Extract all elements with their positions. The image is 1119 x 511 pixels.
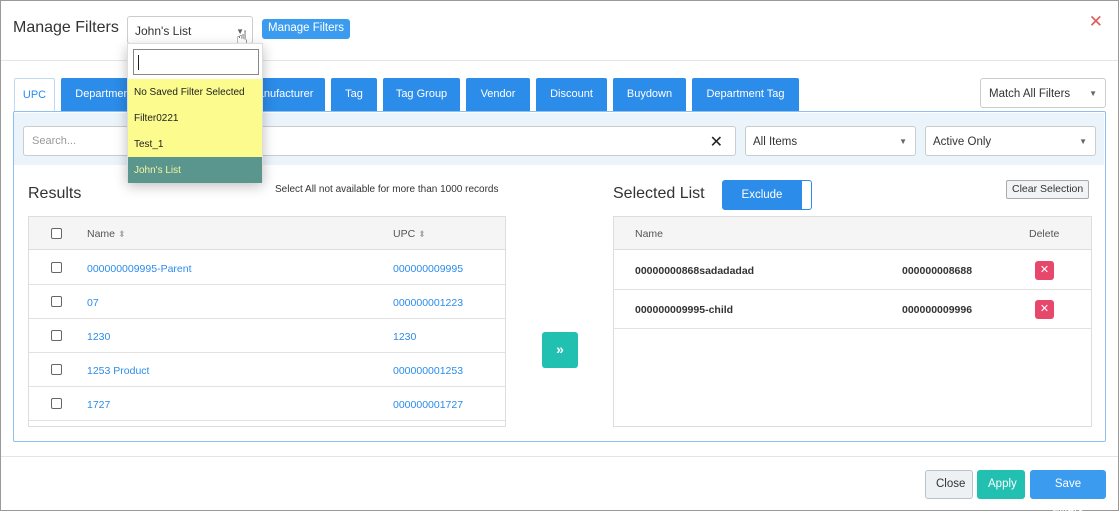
table-row: 00000000868sadadadad 000000008688 ✕ [614,251,1091,290]
tab-discount[interactable]: Discount [536,78,607,111]
delete-icon[interactable]: ✕ [1035,300,1054,319]
results-table-header: Name ⬍ UPC ⬍ [29,217,505,250]
select-all-note: Select All not available for more than 1… [275,184,499,195]
row-name-link[interactable]: 07 [87,297,99,309]
select-all-checkbox[interactable] [51,228,62,239]
name-column-header: Name [635,228,664,240]
footer-divider [1,456,1118,457]
table-row: 1230 1230 [29,319,505,353]
delete-column-header: Delete [1029,228,1060,240]
move-to-selected-button[interactable]: » [542,332,578,368]
clear-selection-button[interactable]: Clear Selection [1006,180,1090,199]
items-select[interactable]: All Items ▼ [745,126,916,156]
row-checkbox[interactable] [51,398,62,409]
dropdown-option[interactable]: Test_1 [128,131,262,157]
tab-upc[interactable]: UPC [14,78,55,111]
status-select[interactable]: Active Only ▼ [925,126,1096,156]
chevron-down-icon: ▼ [899,137,907,146]
apply-button[interactable]: Apply [977,470,1025,499]
saved-filter-select[interactable]: John's List ▼ [127,16,253,44]
selected-item-name: 00000000868sadadadad [635,265,755,277]
match-filters-select[interactable]: Match All Filters ▼ [980,78,1106,108]
tab-tag[interactable]: Tag [331,78,377,111]
row-checkbox[interactable] [51,330,62,341]
dropdown-option-selected[interactable]: John's List [128,157,262,183]
saved-filter-dropdown: No Saved Filter Selected Filter0221 Test… [127,43,263,183]
selected-table-header: Name Delete [614,217,1091,250]
double-chevron-right-icon: » [556,341,564,357]
close-button[interactable]: Close [925,470,973,499]
selected-list-heading: Selected List [613,185,705,202]
toggle-knob [801,181,811,209]
save-filters-button[interactable]: Save Filters [1030,470,1106,511]
selected-item-name: 000000009995-child [635,304,734,316]
chevron-down-icon: ▼ [1089,89,1097,98]
tab-vendor[interactable]: Vendor [466,78,530,111]
row-name-link[interactable]: 000000009995-Parent [87,263,192,275]
sort-icon: ⬍ [118,229,126,239]
row-checkbox[interactable] [51,262,62,273]
saved-filter-value: John's List [135,24,192,38]
dropdown-option[interactable]: No Saved Filter Selected [128,79,262,105]
dropdown-option[interactable]: Filter0221 [128,105,262,131]
results-heading: Results [28,185,82,202]
modal-title: Manage Filters [13,19,119,36]
row-checkbox[interactable] [51,296,62,307]
tab-department-tag[interactable]: Department Tag [692,78,799,111]
table-row: 000000009995-Parent 000000009995 [29,251,505,285]
row-upc-link[interactable]: 000000001223 [393,297,463,309]
row-upc-link[interactable]: 1230 [393,331,416,343]
table-row: 1727 000000001727 [29,387,505,421]
row-upc-link[interactable]: 000000001253 [393,365,463,377]
row-name-link[interactable]: 1230 [87,331,110,343]
table-row: 07 000000001223 [29,285,505,319]
row-name-link[interactable]: 1727 [87,399,110,411]
upc-column-header[interactable]: UPC ⬍ [393,228,426,240]
delete-icon[interactable]: ✕ [1035,261,1054,280]
exclude-toggle[interactable]: Exclude [722,180,812,210]
exclude-toggle-label: Exclude [741,189,783,201]
row-name-link[interactable]: 1253 Product [87,365,149,377]
name-column-header[interactable]: Name ⬍ [87,228,126,240]
text-cursor [138,55,139,70]
close-icon[interactable]: ✕ [1089,12,1103,32]
chevron-down-icon: ▼ [1079,137,1087,146]
row-checkbox[interactable] [51,364,62,375]
tab-buydown[interactable]: Buydown [613,78,686,111]
results-table: Name ⬍ UPC ⬍ 000000009995-Parent 000000009… [28,216,506,427]
sort-icon: ⬍ [418,229,426,239]
selected-table: Name Delete 00000000868sadadadad 0000000… [613,216,1092,427]
manage-filters-modal: Manage Filters John's List ▼ ☝ Manage Fi… [0,0,1119,511]
clear-search-icon[interactable]: ✕ [710,132,723,152]
selected-item-upc: 000000008688 [902,265,973,277]
row-upc-link[interactable]: 000000009995 [393,263,463,275]
table-row: 1253 Product 000000001253 [29,353,505,387]
selected-item-upc: 000000009996 [902,304,973,316]
tab-tag-group[interactable]: Tag Group [383,78,460,111]
manage-filters-button[interactable]: Manage Filters [262,19,351,39]
row-upc-link[interactable]: 000000001727 [393,399,463,411]
table-row: 000000009995-child 000000009996 ✕ [614,290,1091,329]
dropdown-search-input[interactable] [133,49,259,75]
